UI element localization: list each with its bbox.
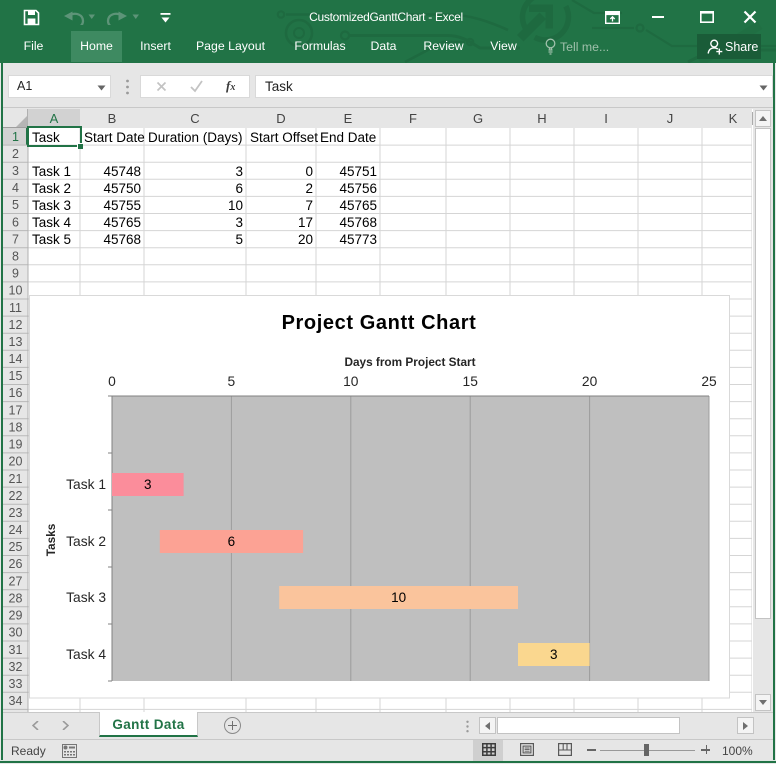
- svg-text:25: 25: [701, 374, 717, 389]
- svg-text:16: 16: [9, 386, 23, 400]
- svg-text:8: 8: [12, 249, 19, 263]
- svg-text:Task 2: Task 2: [66, 534, 106, 549]
- svg-text:10: 10: [9, 284, 23, 298]
- svg-text:Tasks: Tasks: [44, 523, 58, 556]
- svg-text:15: 15: [463, 374, 479, 389]
- svg-text:34: 34: [9, 694, 23, 708]
- svg-text:29: 29: [9, 609, 23, 623]
- svg-text:19: 19: [9, 438, 23, 452]
- svg-text:3: 3: [550, 647, 558, 662]
- svg-text:6: 6: [12, 215, 19, 229]
- svg-text:21: 21: [9, 472, 23, 486]
- svg-text:20: 20: [9, 455, 23, 469]
- svg-text:Project Gantt Chart: Project Gantt Chart: [282, 312, 477, 334]
- svg-text:27: 27: [9, 574, 23, 588]
- svg-text:28: 28: [9, 592, 23, 606]
- svg-text:33: 33: [9, 677, 23, 691]
- svg-text:32: 32: [9, 660, 23, 674]
- svg-text:25: 25: [9, 540, 23, 554]
- svg-text:13: 13: [9, 335, 23, 349]
- svg-text:4: 4: [12, 181, 19, 195]
- svg-text:10: 10: [343, 374, 359, 389]
- svg-text:3: 3: [144, 477, 152, 492]
- svg-text:11: 11: [9, 301, 22, 315]
- svg-text:Task 3: Task 3: [66, 590, 106, 605]
- svg-text:2: 2: [12, 147, 19, 161]
- svg-text:9: 9: [12, 267, 19, 281]
- svg-text:12: 12: [9, 318, 23, 332]
- svg-text:24: 24: [9, 523, 23, 537]
- svg-text:17: 17: [9, 403, 23, 417]
- svg-text:31: 31: [9, 643, 23, 657]
- svg-text:3: 3: [12, 164, 19, 178]
- svg-text:26: 26: [9, 557, 23, 571]
- svg-text:5: 5: [12, 198, 19, 212]
- svg-text:18: 18: [9, 420, 23, 434]
- svg-text:30: 30: [9, 626, 23, 640]
- svg-text:23: 23: [9, 506, 23, 520]
- svg-text:7: 7: [12, 232, 19, 246]
- svg-text:14: 14: [9, 352, 23, 366]
- svg-text:15: 15: [9, 369, 23, 383]
- svg-text:20: 20: [582, 374, 598, 389]
- svg-text:5: 5: [228, 374, 236, 389]
- svg-text:0: 0: [108, 374, 116, 389]
- svg-text:Task 1: Task 1: [66, 477, 106, 492]
- svg-text:22: 22: [9, 489, 23, 503]
- svg-text:6: 6: [228, 534, 236, 549]
- svg-text:Task 4: Task 4: [66, 647, 106, 662]
- svg-text:10: 10: [391, 590, 406, 605]
- svg-text:1: 1: [12, 130, 19, 144]
- svg-text:Days from Project Start: Days from Project Start: [344, 355, 475, 369]
